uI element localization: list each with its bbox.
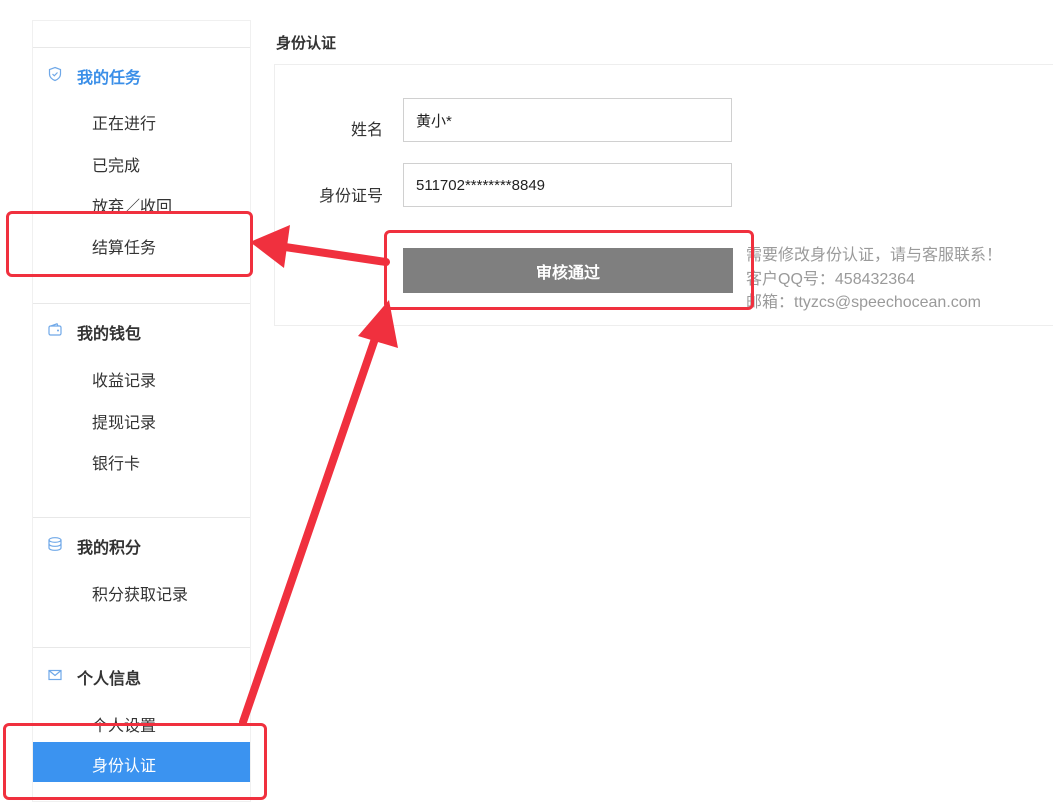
arrow-to-settlement [281, 243, 390, 266]
annotation-arrows [239, 225, 398, 726]
arrowhead-status [358, 300, 398, 348]
arrow-to-status [239, 326, 382, 726]
arrowhead-settlement [250, 225, 290, 268]
